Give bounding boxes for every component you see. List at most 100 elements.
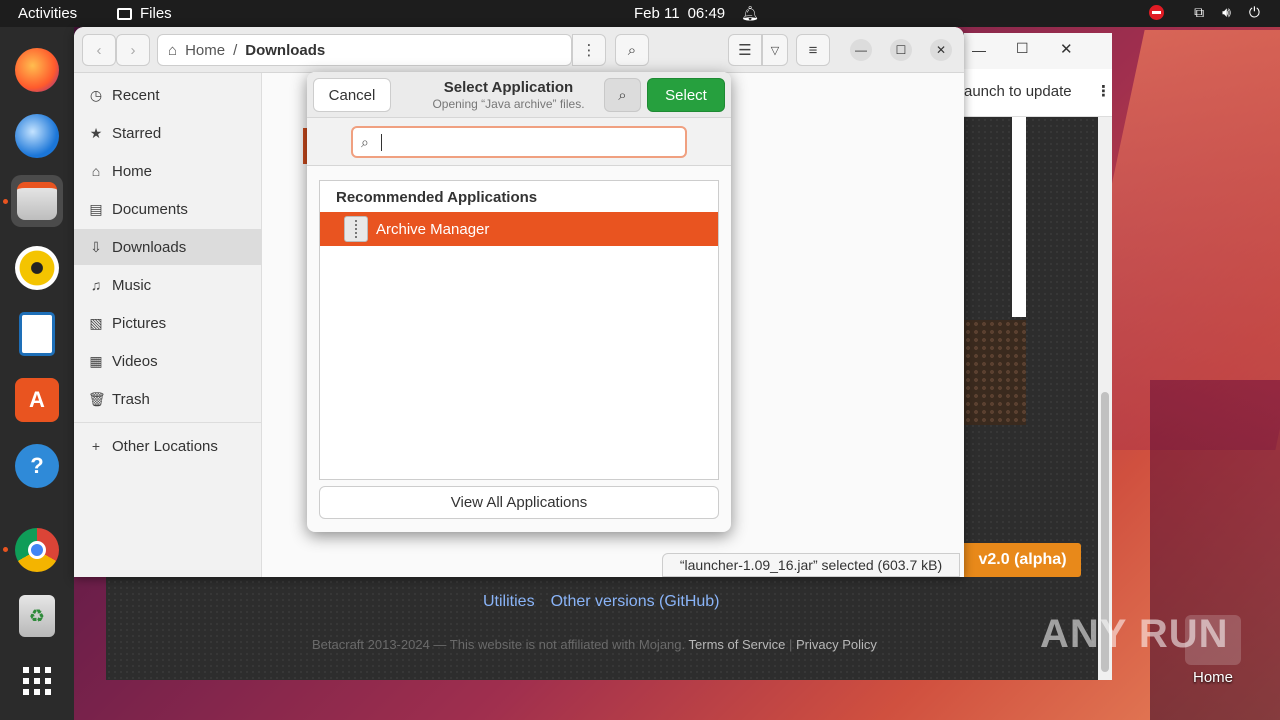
- path-bar[interactable]: ⌂ Home / Downloads: [157, 34, 572, 66]
- volume-icon: 🔊︎: [1222, 4, 1231, 20]
- version-button[interactable]: v2.0 (alpha): [964, 543, 1081, 577]
- path-menu-button[interactable]: ⋮: [572, 34, 606, 66]
- download-icon: ⇩: [90, 238, 102, 255]
- back-button[interactable]: ‹: [82, 34, 116, 66]
- files-app-icon: [17, 182, 57, 220]
- watermark-text: ANY RUN: [1040, 612, 1229, 656]
- dock-trash[interactable]: ♻: [11, 590, 63, 642]
- sidebar-item-documents[interactable]: ▤ Documents: [74, 191, 262, 227]
- select-application-dialog[interactable]: Cancel Select Application Opening “Java …: [307, 72, 731, 532]
- sidebar-item-home[interactable]: ⌂ Home: [74, 153, 262, 189]
- plus-icon: +: [91, 438, 101, 454]
- bell-icon: 🔔︎: [741, 5, 759, 21]
- sidebar-item-label: Other Locations: [112, 437, 218, 455]
- archive-manager-icon: [344, 216, 368, 242]
- minimize-button[interactable]: —: [850, 39, 872, 61]
- app-grid-icon: [23, 667, 51, 695]
- select-button[interactable]: Select: [647, 78, 725, 112]
- app-menu[interactable]: Files: [117, 5, 172, 22]
- close-button[interactable]: ✕: [930, 39, 952, 61]
- sidebar-item-music[interactable]: ♫ Music: [74, 267, 262, 303]
- dialog-subtitle: Opening “Java archive” files.: [432, 97, 585, 111]
- sidebar-item-label: Pictures: [112, 314, 167, 332]
- sidebar-item-other-locations[interactable]: + Other Locations: [74, 428, 262, 464]
- running-indicator: [3, 547, 8, 552]
- close-icon[interactable]: ✕: [1060, 40, 1073, 58]
- sidebar-item-label: Music: [112, 276, 152, 294]
- forward-button[interactable]: ›: [116, 34, 150, 66]
- clock[interactable]: Feb 11 06:49 🔔︎: [634, 5, 759, 22]
- sidebar-item-label: Home: [112, 162, 153, 180]
- dialog-title: Select Application: [443, 79, 574, 96]
- privacy-link[interactable]: Privacy Policy: [796, 637, 877, 652]
- path-home[interactable]: Home: [185, 42, 225, 59]
- dock-help[interactable]: ?: [11, 440, 63, 492]
- maximize-button[interactable]: ☐: [890, 39, 912, 61]
- minimize-icon[interactable]: —: [972, 42, 986, 58]
- browser-scrollbar[interactable]: [1098, 117, 1112, 680]
- clock-time: 06:49: [687, 5, 726, 22]
- search-bar: ⌕: [307, 118, 731, 166]
- list-item[interactable]: Archive Manager: [320, 212, 718, 246]
- browser-urlbar[interactable]: aunch to update ⋮: [964, 69, 1112, 117]
- footer-separator: |: [788, 637, 793, 652]
- sidebar-item-videos[interactable]: ▦ Videos: [74, 343, 262, 379]
- chevron-down-icon: ▽: [770, 44, 780, 57]
- folder-icon: [117, 7, 132, 20]
- chrome-icon: [15, 528, 59, 572]
- system-tray[interactable]: ⧉ 🔊︎ ⏻: [1149, 4, 1260, 21]
- app-name: Archive Manager: [376, 220, 490, 238]
- desktop-home-label: Home: [1192, 669, 1233, 686]
- search-icon: ⌕: [361, 133, 369, 150]
- application-list[interactable]: Recommended Applications Archive Manager: [319, 180, 719, 480]
- view-all-applications-button[interactable]: View All Applications: [319, 486, 719, 519]
- dock-chrome[interactable]: [11, 524, 63, 576]
- sidebar-item-trash[interactable]: 🗑 Trash: [74, 381, 262, 417]
- search-toggle-button[interactable]: ⌕: [604, 78, 641, 112]
- document-icon: ▤: [89, 200, 103, 217]
- dock-files[interactable]: [11, 175, 63, 227]
- dock-show-apps[interactable]: [11, 655, 63, 707]
- path-separator: /: [233, 41, 238, 59]
- sidebar-item-starred[interactable]: ★ Starred: [74, 115, 262, 151]
- chevron-left-icon: ‹: [96, 41, 102, 59]
- recording-indicator-icon: [1149, 5, 1165, 20]
- dock-firefox[interactable]: [11, 44, 63, 96]
- sidebar-item-pictures[interactable]: ▧ Pictures: [74, 305, 262, 341]
- writer-icon: [19, 312, 55, 356]
- top-bar: Activities Files Feb 11 06:49 🔔︎ ⧉ 🔊︎ ⏻: [0, 0, 1280, 27]
- sidebar-item-downloads[interactable]: ⇩ Downloads: [74, 229, 262, 265]
- footer-text: Betacraft 2013-2024 — This website is no…: [312, 637, 686, 652]
- github-link[interactable]: Other versions (GitHub): [551, 593, 720, 611]
- path-current[interactable]: Downloads: [245, 42, 325, 59]
- maximize-icon[interactable]: ☐: [1016, 40, 1029, 57]
- maximize-icon: ☐: [895, 43, 907, 57]
- update-notice[interactable]: aunch to update: [964, 83, 1072, 100]
- utilities-link[interactable]: Utilities: [483, 593, 535, 611]
- chevron-right-icon: ›: [130, 41, 136, 59]
- search-icon: ⌕: [618, 86, 627, 104]
- dock-writer[interactable]: [11, 308, 63, 360]
- tos-link[interactable]: Terms of Service: [689, 637, 786, 652]
- browser-titlebar: — ☐ ✕: [964, 33, 1112, 69]
- site-footer: Betacraft 2013-2024 — This website is no…: [312, 637, 877, 652]
- list-view-button[interactable]: ☰: [728, 34, 762, 66]
- dock-thunderbird[interactable]: [11, 110, 63, 162]
- sidebar-item-recent[interactable]: ◷ Recent: [74, 77, 262, 113]
- kebab-menu-icon[interactable]: ⋮: [1096, 82, 1111, 100]
- view-options-button[interactable]: ▽: [762, 34, 788, 66]
- power-icon: ⏻: [1248, 4, 1260, 20]
- sidebar-item-label: Starred: [112, 124, 162, 142]
- main-menu-button[interactable]: ≡: [796, 34, 830, 66]
- text-cursor: [380, 133, 382, 151]
- home-icon: ⌂: [91, 163, 101, 179]
- cancel-button[interactable]: Cancel: [313, 78, 391, 112]
- dock: A ? ♻: [0, 27, 74, 720]
- app-search-input[interactable]: ⌕: [351, 126, 687, 158]
- dock-software[interactable]: A: [11, 374, 63, 426]
- activities-button[interactable]: Activities: [18, 5, 77, 22]
- sidebar-item-label: Recent: [112, 86, 160, 104]
- dock-rhythmbox[interactable]: [11, 242, 63, 294]
- clock-date: Feb 11: [634, 5, 680, 22]
- search-button[interactable]: ⌕: [615, 34, 649, 66]
